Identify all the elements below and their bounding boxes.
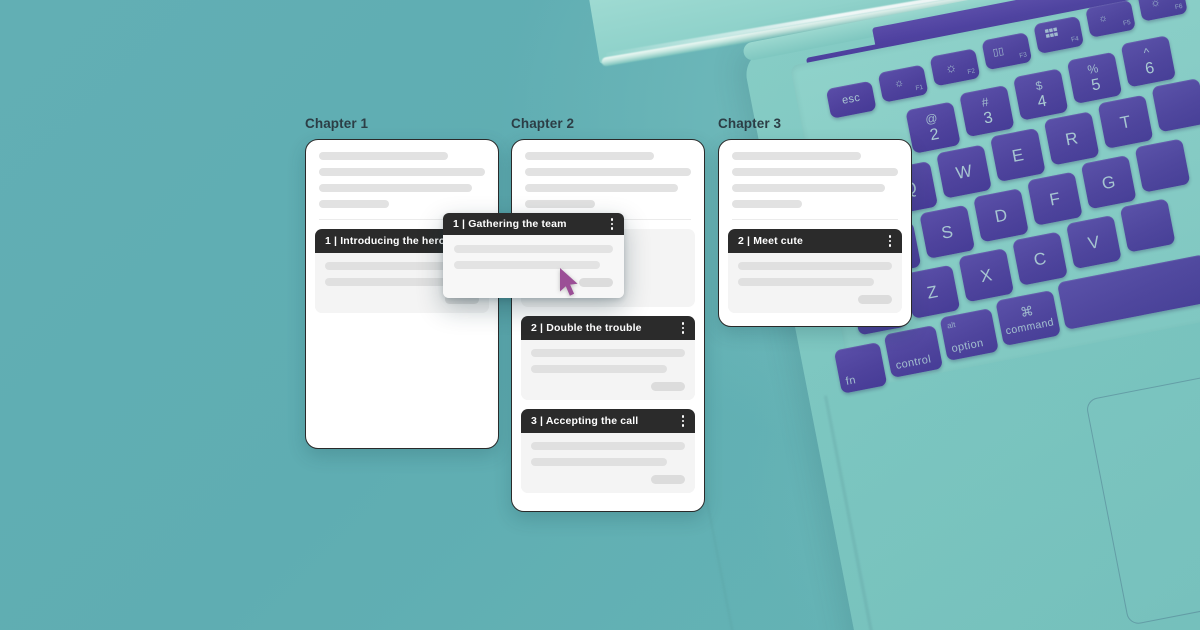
skeleton-line <box>525 168 691 176</box>
column-chapter-3: Chapter 3 2 | Meet cute <box>718 116 912 327</box>
card-chapter-2[interactable]: 2 | Double the trouble 3 | Accepting the… <box>511 139 705 512</box>
card-header-skeleton <box>719 140 911 219</box>
skeleton-pill <box>651 382 685 391</box>
skeleton-line <box>531 349 685 357</box>
scene-item[interactable]: 2 | Double the trouble <box>521 316 695 400</box>
skeleton-line <box>454 245 613 253</box>
skeleton-line <box>732 200 802 208</box>
card-divider <box>732 219 898 220</box>
skeleton-line <box>319 200 389 208</box>
kebab-menu-icon[interactable] <box>608 216 616 231</box>
kebab-menu-icon[interactable] <box>679 320 687 335</box>
scene-title: 1 | Gathering the team <box>453 218 567 230</box>
skeleton-pill <box>651 475 685 484</box>
scene-header[interactable]: 2 | Double the trouble <box>521 316 695 340</box>
skeleton-line <box>531 442 685 450</box>
scene-title: 2 | Meet cute <box>738 235 803 247</box>
scene-body-skeleton <box>521 340 695 400</box>
kebab-menu-icon[interactable] <box>886 233 894 248</box>
scene-footer <box>531 475 685 484</box>
dragged-scene-card[interactable]: 1 | Gathering the team <box>443 213 624 298</box>
skeleton-line <box>319 184 472 192</box>
skeleton-line <box>732 184 885 192</box>
scene-item[interactable]: 3 | Accepting the call <box>521 409 695 493</box>
scene-title: 1 | Introducing the hero <box>325 235 446 247</box>
skeleton-line <box>319 152 449 160</box>
arrow-pointer-icon <box>560 268 578 296</box>
scene-header[interactable]: 2 | Meet cute <box>728 229 902 253</box>
scene-item[interactable]: 2 | Meet cute <box>728 229 902 313</box>
skeleton-pill <box>579 278 613 287</box>
skeleton-line <box>738 278 874 286</box>
skeleton-line <box>525 200 595 208</box>
skeleton-line <box>531 365 667 373</box>
skeleton-line <box>531 458 667 466</box>
skeleton-line <box>525 184 678 192</box>
scene-body-skeleton <box>728 253 902 313</box>
skeleton-line <box>319 168 485 176</box>
scene-title: 3 | Accepting the call <box>531 415 639 427</box>
storyboard: Chapter 1 1 | Introducing the hero Chapt… <box>0 0 1200 630</box>
scene-title: 2 | Double the trouble <box>531 322 642 334</box>
scene-header[interactable]: 1 | Gathering the team <box>443 213 624 235</box>
skeleton-line <box>732 168 898 176</box>
skeleton-line <box>738 262 892 270</box>
column-title-chapter-2: Chapter 2 <box>511 116 575 131</box>
column-title-chapter-1: Chapter 1 <box>305 116 369 131</box>
card-header-skeleton <box>512 140 704 219</box>
skeleton-line <box>525 152 655 160</box>
skeleton-line <box>732 152 862 160</box>
card-chapter-3[interactable]: 2 | Meet cute <box>718 139 912 327</box>
kebab-menu-icon[interactable] <box>679 413 687 428</box>
scene-header[interactable]: 3 | Accepting the call <box>521 409 695 433</box>
column-title-chapter-3: Chapter 3 <box>718 116 782 131</box>
scene-body-skeleton <box>521 433 695 493</box>
scene-body-skeleton <box>443 235 624 298</box>
scene-footer <box>738 295 892 304</box>
skeleton-pill <box>858 295 892 304</box>
scene-footer <box>531 382 685 391</box>
column-chapter-2: Chapter 2 2 | Double the trouble 3 | Acc… <box>511 116 705 512</box>
scene-footer <box>454 278 613 287</box>
card-header-skeleton <box>306 140 498 219</box>
